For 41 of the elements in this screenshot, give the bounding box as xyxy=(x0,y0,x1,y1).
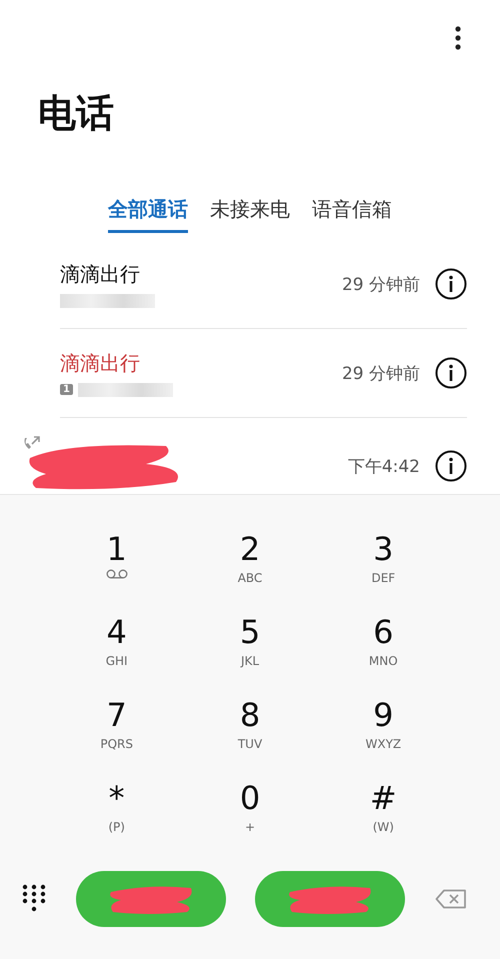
key-letters: DEF xyxy=(371,571,396,585)
voicemail-icon xyxy=(106,569,128,579)
dial-key[interactable]: * xyxy=(108,778,125,818)
dial-key[interactable]: 1 xyxy=(106,529,127,569)
page-title: 电话 xyxy=(37,90,115,137)
caller-name: 滴滴出行 xyxy=(60,350,141,376)
key-letters: ABC xyxy=(238,571,262,585)
tab[interactable]: 语音信箱 xyxy=(312,196,392,233)
sim-badge: 1 xyxy=(60,384,73,395)
key-letters: TUV xyxy=(238,737,262,751)
dial-key[interactable]: # xyxy=(370,778,397,818)
info-icon[interactable] xyxy=(435,268,467,300)
dial-key[interactable]: 2 xyxy=(240,529,260,569)
key-letters: JKL xyxy=(240,654,260,668)
dial-key[interactable]: 8 xyxy=(240,695,260,735)
info-icon[interactable] xyxy=(435,450,467,482)
key-letters: GHI xyxy=(106,654,128,668)
tab[interactable]: 全部通话 xyxy=(108,196,188,233)
key-letters: PQRS xyxy=(100,737,133,751)
dial-key[interactable]: 3 xyxy=(373,529,394,569)
key-letters: (P) xyxy=(108,820,125,834)
caller-name: 滴滴出行 xyxy=(60,260,141,288)
key-letters: (W) xyxy=(372,820,394,834)
dial-key[interactable]: 4 xyxy=(106,612,127,652)
dial-key[interactable]: 5 xyxy=(240,612,260,652)
key-letters: WXYZ xyxy=(366,737,402,751)
more-options-icon[interactable] xyxy=(454,25,462,51)
dial-key[interactable]: 9 xyxy=(373,695,394,735)
dial-key[interactable]: 0 xyxy=(240,778,260,818)
call-time: 下午4:42 xyxy=(348,456,420,478)
call-time: 29 分钟前 xyxy=(342,362,420,384)
tab[interactable]: 未接来电 xyxy=(210,196,290,233)
backspace-icon[interactable] xyxy=(434,889,467,909)
dial-key[interactable]: 7 xyxy=(106,695,127,735)
key-letters: + xyxy=(244,820,256,834)
dial-key[interactable]: 6 xyxy=(373,612,394,652)
outgoing-call-icon xyxy=(22,434,42,452)
keypad-icon[interactable] xyxy=(22,884,46,914)
info-icon[interactable] xyxy=(435,357,467,389)
call-time: 29 分钟前 xyxy=(342,274,420,296)
key-letters: MNO xyxy=(368,654,398,668)
